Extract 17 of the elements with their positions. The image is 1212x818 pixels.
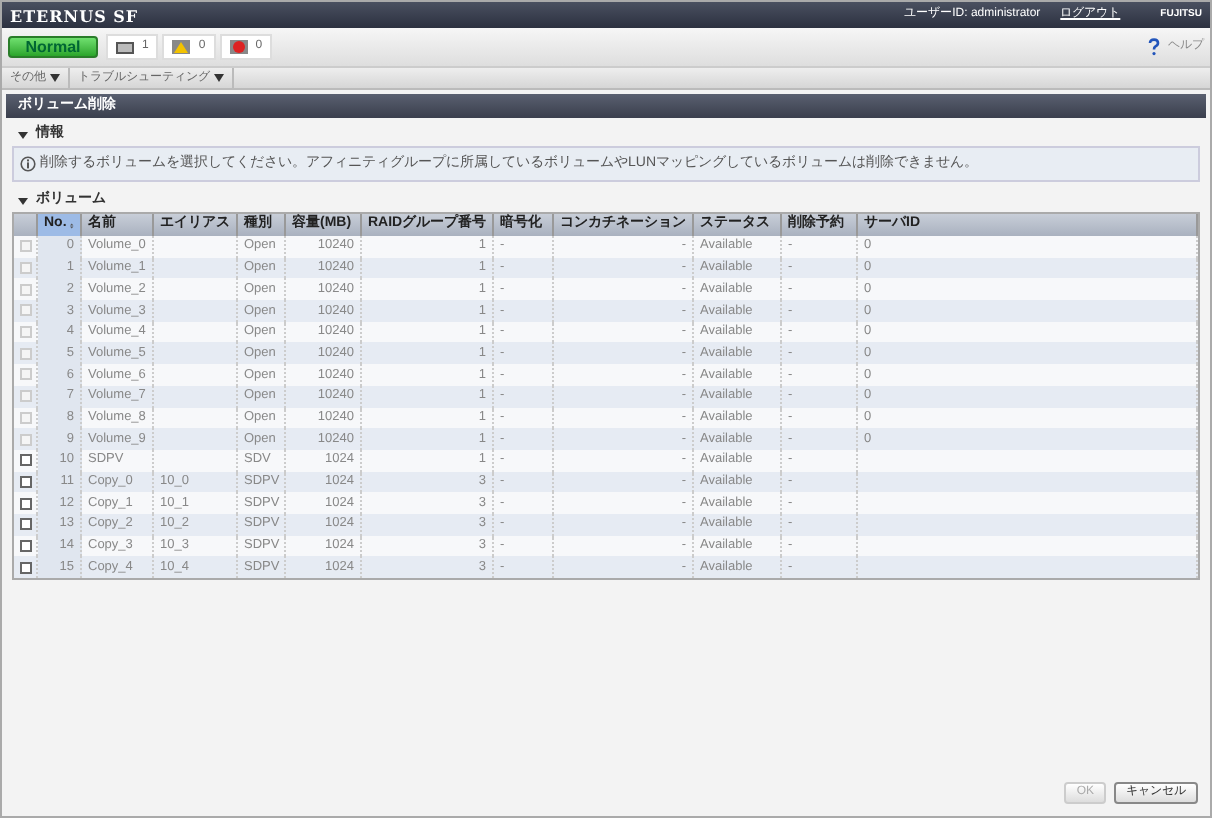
help-icon[interactable]: [1148, 38, 1160, 56]
status-button[interactable]: Normal: [8, 36, 98, 58]
row-checkbox[interactable]: [19, 454, 31, 467]
device-icon: [116, 41, 134, 53]
row-checkbox[interactable]: [19, 475, 31, 488]
row-checkbox[interactable]: [19, 518, 31, 531]
info-icon: [20, 156, 36, 172]
row-checkbox[interactable]: [19, 539, 31, 552]
error-icon: [229, 40, 248, 54]
warning-icon: [172, 40, 191, 54]
caret-icon[interactable]: [214, 74, 224, 82]
collapse-toggle-icon[interactable]: [18, 130, 28, 140]
row-checkbox[interactable]: [19, 561, 31, 574]
caret-icon[interactable]: [50, 74, 60, 82]
logo: ETERNUS SF: [10, 3, 139, 27]
collapse-toggle-icon[interactable]: [18, 196, 28, 206]
row-checkbox[interactable]: [19, 497, 31, 510]
